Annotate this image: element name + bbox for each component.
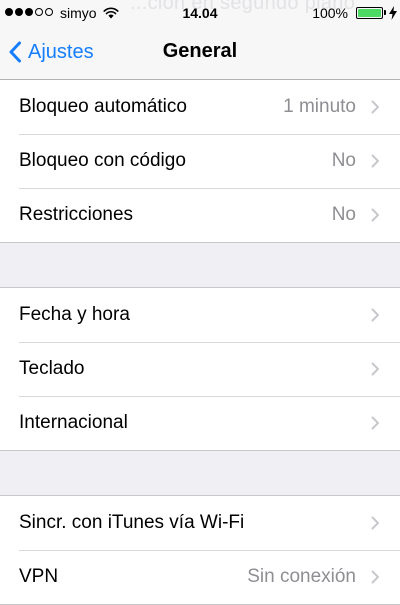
page-title: General xyxy=(162,40,238,62)
row-auto-lock[interactable]: Bloqueo automático 1 minuto xyxy=(0,80,400,134)
row-label: Fecha y hora xyxy=(19,304,130,325)
row-keyboard[interactable]: Teclado xyxy=(0,342,400,396)
chevron-right-icon xyxy=(371,154,379,168)
chevron-right-icon xyxy=(371,416,379,430)
row-passcode-lock[interactable]: Bloqueo con código No xyxy=(0,134,400,188)
battery-percentage: 100% xyxy=(312,5,348,21)
row-value: Sin conexión xyxy=(247,566,356,587)
chevron-right-icon xyxy=(371,570,379,584)
battery-cap xyxy=(384,10,386,15)
settings-group-network: Sincr. con iTunes vía Wi-Fi VPN Sin cone… xyxy=(0,495,400,605)
section-spacer xyxy=(0,451,400,495)
row-label: Bloqueo automático xyxy=(19,96,187,117)
chevron-right-icon xyxy=(371,208,379,222)
row-value: No xyxy=(331,150,356,171)
row-label: Restricciones xyxy=(19,204,134,225)
section-spacer xyxy=(0,243,400,287)
status-bar: ...ción en segundo plano simyo 14.04 100… xyxy=(0,0,400,26)
row-label: Bloqueo con código xyxy=(19,150,186,171)
battery-icon xyxy=(356,7,383,19)
row-international[interactable]: Internacional xyxy=(0,396,400,450)
row-label: Teclado xyxy=(19,358,85,379)
row-label: Sincr. con iTunes vía Wi-Fi xyxy=(19,512,245,533)
chevron-right-icon xyxy=(371,516,379,530)
battery-level-fill xyxy=(358,9,381,17)
row-label: VPN xyxy=(19,566,59,587)
row-vpn[interactable]: VPN Sin conexión xyxy=(0,550,400,604)
chevron-right-icon xyxy=(371,100,379,114)
chevron-right-icon xyxy=(371,362,379,376)
row-value: 1 minuto xyxy=(283,96,356,117)
settings-group-security: Bloqueo automático 1 minuto Bloqueo con … xyxy=(0,80,400,243)
charging-bolt-icon xyxy=(389,6,397,20)
row-date-time[interactable]: Fecha y hora xyxy=(0,288,400,342)
row-restrictions[interactable]: Restricciones No xyxy=(0,188,400,242)
chevron-right-icon xyxy=(371,308,379,322)
settings-list: Bloqueo automático 1 minuto Bloqueo con … xyxy=(0,80,400,605)
row-label: Internacional xyxy=(19,412,128,433)
navigation-bar: Ajustes General xyxy=(0,26,400,80)
row-value: No xyxy=(331,204,356,225)
settings-group-locale: Fecha y hora Teclado Internacional xyxy=(0,287,400,451)
row-itunes-wifi-sync[interactable]: Sincr. con iTunes vía Wi-Fi xyxy=(0,496,400,550)
